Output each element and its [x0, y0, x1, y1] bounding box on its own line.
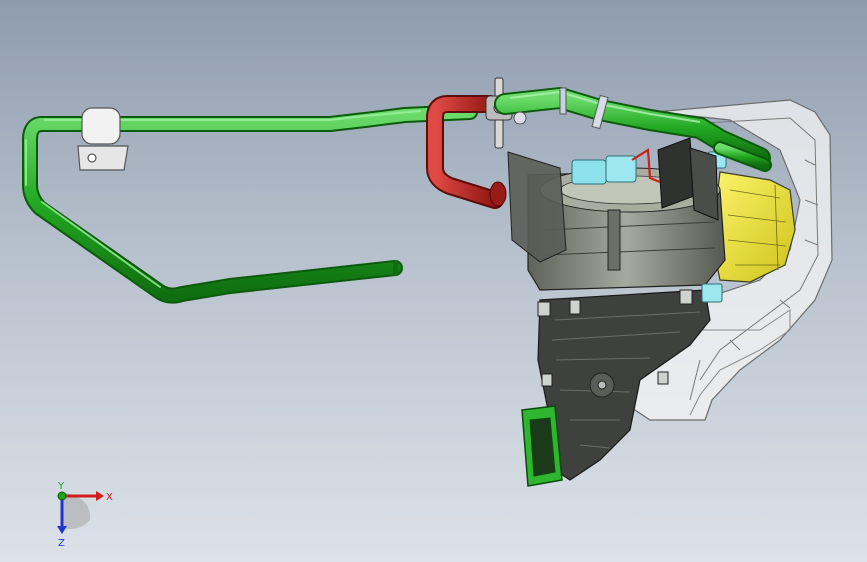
y-axis-dot — [57, 491, 67, 501]
green-hose-end-cap — [393, 260, 398, 276]
x-axis-label: X — [106, 492, 113, 503]
green-outlet-frame — [521, 405, 563, 487]
duct-round-boss-center — [597, 380, 607, 390]
hvac-assembly-model[interactable] — [0, 0, 867, 562]
z-axis-arrowhead — [57, 526, 67, 534]
x-axis-arrowhead — [96, 491, 104, 501]
motor-mount-bracket — [507, 151, 567, 263]
y-axis-label: Y — [57, 481, 65, 492]
yellow-evaporator-housing — [711, 171, 796, 283]
z-axis-label: Z — [58, 538, 65, 549]
coordinate-triad[interactable]: X Y Z — [40, 480, 120, 550]
hose-clamp-bracket — [77, 107, 129, 171]
red-hose-end — [489, 181, 507, 207]
cad-viewport[interactable]: X Y Z — [0, 0, 867, 562]
